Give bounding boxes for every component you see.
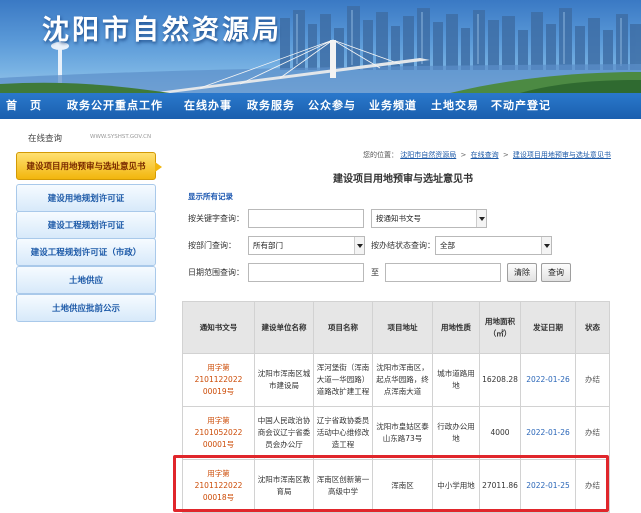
project-cell: 辽宁省政协委员 活动中心维修改 造工程 bbox=[313, 406, 373, 460]
sidebar-item-land-preview[interactable]: 建设项目用地预审与选址意见书 bbox=[16, 152, 162, 180]
project-cell: 浑河堡街（浑南 大道—华园路） 道路改扩建工程 bbox=[313, 353, 373, 407]
sidebar-url-text: WWW.SYSHST.GOV.CN bbox=[90, 134, 152, 140]
department-select[interactable]: 所有部门 bbox=[248, 236, 365, 255]
col-header-land-use: 用地性质 bbox=[432, 301, 480, 354]
date-to-input[interactable] bbox=[385, 263, 501, 282]
show-all-records-link[interactable]: 显示所有记录 bbox=[188, 191, 233, 202]
sidebar-item-engineering-permit[interactable]: 建设工程规划许可证 bbox=[16, 211, 156, 239]
address-cell: 沈阳市皇姑区泰 山东路73号 bbox=[372, 406, 433, 460]
nav-business-channel[interactable]: 业务频道 bbox=[369, 93, 417, 119]
issue-date-cell: 2022-01-26 bbox=[520, 406, 576, 460]
chevron-down-icon bbox=[354, 237, 364, 254]
land-use-cell: 行政办公用地 bbox=[432, 406, 480, 460]
table-header-row: 通知书文号 建设单位名称 项目名称 项目地址 用地性质 用地面积 （㎡） 发证日… bbox=[182, 301, 610, 354]
address-cell: 沈阳市浑南区， 起点华园路，终 点浑南大道 bbox=[372, 353, 433, 407]
keyword-input[interactable] bbox=[248, 209, 364, 228]
issue-date-cell: 2022-01-26 bbox=[520, 353, 576, 407]
site-title: 沈阳市自然资源局 bbox=[42, 15, 282, 46]
sidebar: 在线查询 WWW.SYSHST.GOV.CN 建设项目用地预审与选址意见书 建设… bbox=[16, 128, 162, 513]
nav-real-estate-reg[interactable]: 不动产登记 bbox=[491, 93, 551, 119]
breadcrumb-current-link[interactable]: 建设项目用地预审与选址意见书 bbox=[513, 151, 611, 159]
nav-home[interactable]: 首 页 bbox=[6, 93, 42, 119]
keyword-type-select[interactable]: 按通知书文号 bbox=[371, 209, 487, 228]
status-cell: 办结 bbox=[575, 353, 610, 407]
breadcrumb-separator: > bbox=[460, 151, 467, 159]
nav-gov-affairs[interactable]: 政务公开重点工作 bbox=[67, 93, 163, 119]
department-label: 按部门查询： bbox=[188, 241, 236, 250]
status-filter-label: 按办结状态查询： bbox=[371, 241, 435, 250]
query-button[interactable]: 查询 bbox=[541, 263, 571, 282]
chevron-down-icon bbox=[541, 237, 551, 254]
sidebar-item-land-planning-permit[interactable]: 建设用地规划许可证 bbox=[16, 184, 156, 212]
breadcrumb-online-query-link[interactable]: 在线查询 bbox=[471, 151, 499, 159]
table-row: 用字第2101122022 00019号 沈阳市浑南区城 市建设局 浑河堡街（浑… bbox=[182, 353, 610, 407]
keyword-type-value: 按通知书文号 bbox=[376, 214, 421, 223]
unit-cell: 沈阳市浑南区城 市建设局 bbox=[254, 353, 314, 407]
breadcrumb-home-link[interactable]: 沈阳市自然资源局 bbox=[400, 151, 456, 159]
notice-no-link[interactable]: 用字第2101122022 00019号 bbox=[182, 353, 255, 407]
nav-online-service[interactable]: 在线办事 bbox=[184, 93, 232, 119]
col-header-project: 项目名称 bbox=[313, 301, 373, 354]
unit-cell: 中国人民政治协 商会议辽宁省委 员会办公厅 bbox=[254, 406, 314, 460]
col-header-issue-date: 发证日期 bbox=[520, 301, 576, 354]
date-to-label: 至 bbox=[371, 268, 379, 277]
status-filter-value: 全部 bbox=[440, 241, 455, 250]
main-nav: 首 页 政务公开重点工作 在线办事 政务服务 公众参与 业务频道 土地交易 不动… bbox=[0, 93, 641, 119]
keyword-label: 按关键字查询： bbox=[188, 214, 244, 223]
row-highlight-box bbox=[173, 455, 609, 512]
breadcrumb-prefix: 您的位置： bbox=[363, 151, 398, 159]
sidebar-item-engineering-permit-municipal[interactable]: 建设工程规划许可证（市政） bbox=[16, 238, 156, 266]
notice-no-link[interactable]: 用字第2101052022 00001号 bbox=[182, 406, 255, 460]
col-header-notice-no: 通知书文号 bbox=[182, 301, 255, 354]
header-banner: 沈阳市自然资源局 bbox=[0, 0, 641, 93]
nav-land-trading[interactable]: 土地交易 bbox=[431, 93, 479, 119]
land-use-cell: 城市道路用地 bbox=[432, 353, 480, 407]
status-filter-select[interactable]: 全部 bbox=[435, 236, 552, 255]
col-header-area: 用地面积 （㎡） bbox=[479, 301, 521, 354]
col-header-address: 项目地址 bbox=[372, 301, 433, 354]
sidebar-item-land-supply-notice[interactable]: 土地供应批前公示 bbox=[16, 294, 156, 322]
area-cell: 16208.28 bbox=[479, 353, 521, 407]
date-from-input[interactable] bbox=[248, 263, 364, 282]
clear-button[interactable]: 清除 bbox=[507, 263, 537, 282]
date-range-label: 日期范围查询： bbox=[188, 268, 244, 277]
breadcrumb: 您的位置： 沈阳市自然资源局 > 在线查询 > 建设项目用地预审与选址意见书 bbox=[363, 150, 611, 160]
table-row: 用字第2101052022 00001号 中国人民政治协 商会议辽宁省委 员会办… bbox=[182, 406, 610, 460]
status-cell: 办结 bbox=[575, 406, 610, 460]
sidebar-item-land-supply[interactable]: 土地供应 bbox=[16, 266, 156, 294]
breadcrumb-separator: > bbox=[502, 151, 509, 159]
col-header-unit: 建设单位名称 bbox=[254, 301, 314, 354]
col-header-status: 状态 bbox=[575, 301, 610, 354]
chevron-down-icon bbox=[476, 210, 486, 227]
nav-public-participation[interactable]: 公众参与 bbox=[308, 93, 356, 119]
department-value: 所有部门 bbox=[253, 241, 283, 250]
page-title: 建设项目用地预审与选址意见书 bbox=[333, 174, 473, 185]
sidebar-header: 在线查询 WWW.SYSHST.GOV.CN bbox=[16, 128, 156, 150]
area-cell: 4000 bbox=[479, 406, 521, 460]
nav-gov-service[interactable]: 政务服务 bbox=[247, 93, 295, 119]
sidebar-title: 在线查询 bbox=[28, 134, 63, 144]
